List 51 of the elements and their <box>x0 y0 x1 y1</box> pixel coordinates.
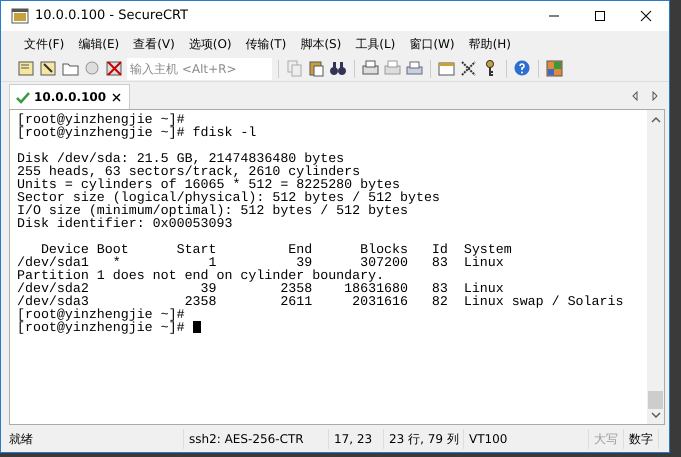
terminal-line: Partition 1 does not end on cylinder boundary. <box>17 269 386 282</box>
emulation-type: VT100 <box>464 428 589 448</box>
tab-label: 10.0.0.100 <box>34 89 106 106</box>
scroll-up-icon[interactable] <box>650 116 660 124</box>
scroll-left-icon[interactable] <box>631 91 639 101</box>
menu-item[interactable]: 窗口(W) <box>402 32 462 54</box>
terminal-line: [root@yinzhengjie ~]# <box>17 113 186 126</box>
terminal-line: I/O size (minimum/optimal): 512 bytes / 512 bytes <box>17 204 408 217</box>
scrollbar-thumb[interactable] <box>648 391 663 409</box>
key-indicator: 大写 <box>589 428 624 448</box>
menu-item[interactable]: 编辑(E) <box>71 32 126 54</box>
menu-item[interactable]: 选项(O) <box>182 32 239 54</box>
menu-item[interactable]: 传输(T) <box>238 32 294 54</box>
cursor-position: 17, 23 <box>329 428 384 448</box>
terminal-line: Units = cylinders of 16065 * 512 = 8225280 bytes <box>17 178 401 191</box>
terminal-line: /dev/sda1 * 1 39 307200 83 Linux <box>17 256 504 269</box>
host-field[interactable]: 输入主机 <Alt+R> <box>127 58 272 80</box>
menu-item[interactable]: 工具(L) <box>348 32 402 54</box>
scroll-down-icon[interactable] <box>650 411 660 419</box>
scroll-right-icon[interactable] <box>651 91 659 101</box>
window-title: 10.0.0.100 - SecureCRT <box>35 7 190 26</box>
binoculars-icon[interactable] <box>329 59 348 78</box>
terminal-line: Device Boot Start End Blocks Id System <box>40 243 513 256</box>
session-tab[interactable]: 10.0.0.100 <box>9 84 130 109</box>
menu-item[interactable]: 查看(V) <box>126 32 182 54</box>
key-indicator: 数字 <box>624 428 659 448</box>
menu-item[interactable]: 帮助(H) <box>462 32 518 54</box>
text-cursor <box>192 321 201 333</box>
protocol-text: ssh2: AES-256-CTR <box>184 428 329 448</box>
scrollbar[interactable] <box>647 110 664 424</box>
terminal-line: Sector size (logical/physical): 512 bytes / 512 bytes <box>17 191 441 204</box>
terminal-line: [root@yinzhengjie ~]# <box>17 321 647 334</box>
menu-item[interactable]: 脚本(S) <box>293 32 348 54</box>
close-icon <box>112 92 122 102</box>
terminal-line: Disk /dev/sda: 21.5 GB, 21474836480 bytes <box>17 152 344 165</box>
status-text: 就绪 <box>4 428 184 448</box>
paste-icon[interactable] <box>307 59 326 78</box>
terminal-size: 23 行, 79 列 <box>384 428 464 448</box>
menu-item[interactable]: 文件(F) <box>17 32 72 54</box>
terminal-line: /dev/sda2 39 2358 18631680 83 Linux <box>17 282 505 295</box>
terminal-line: /dev/sda3 2358 2611 2031616 82 Linux swap / Solaris <box>17 295 624 308</box>
maximize-icon <box>594 10 606 22</box>
terminal-line: [root@yinzhengjie ~]# fdisk -l <box>17 126 258 139</box>
help-icon[interactable] <box>513 59 532 78</box>
close-icon <box>640 10 652 22</box>
app-icon <box>11 7 29 25</box>
terminal-line: [root@yinzhengjie ~]# <box>17 308 186 321</box>
disconnect-icon[interactable] <box>105 59 124 78</box>
check-icon <box>16 90 30 104</box>
terminal-line: Disk identifier: 0x00053093 <box>17 217 234 230</box>
terminal-line: 255 heads, 63 sectors/track, 2610 cylinders <box>17 165 361 178</box>
